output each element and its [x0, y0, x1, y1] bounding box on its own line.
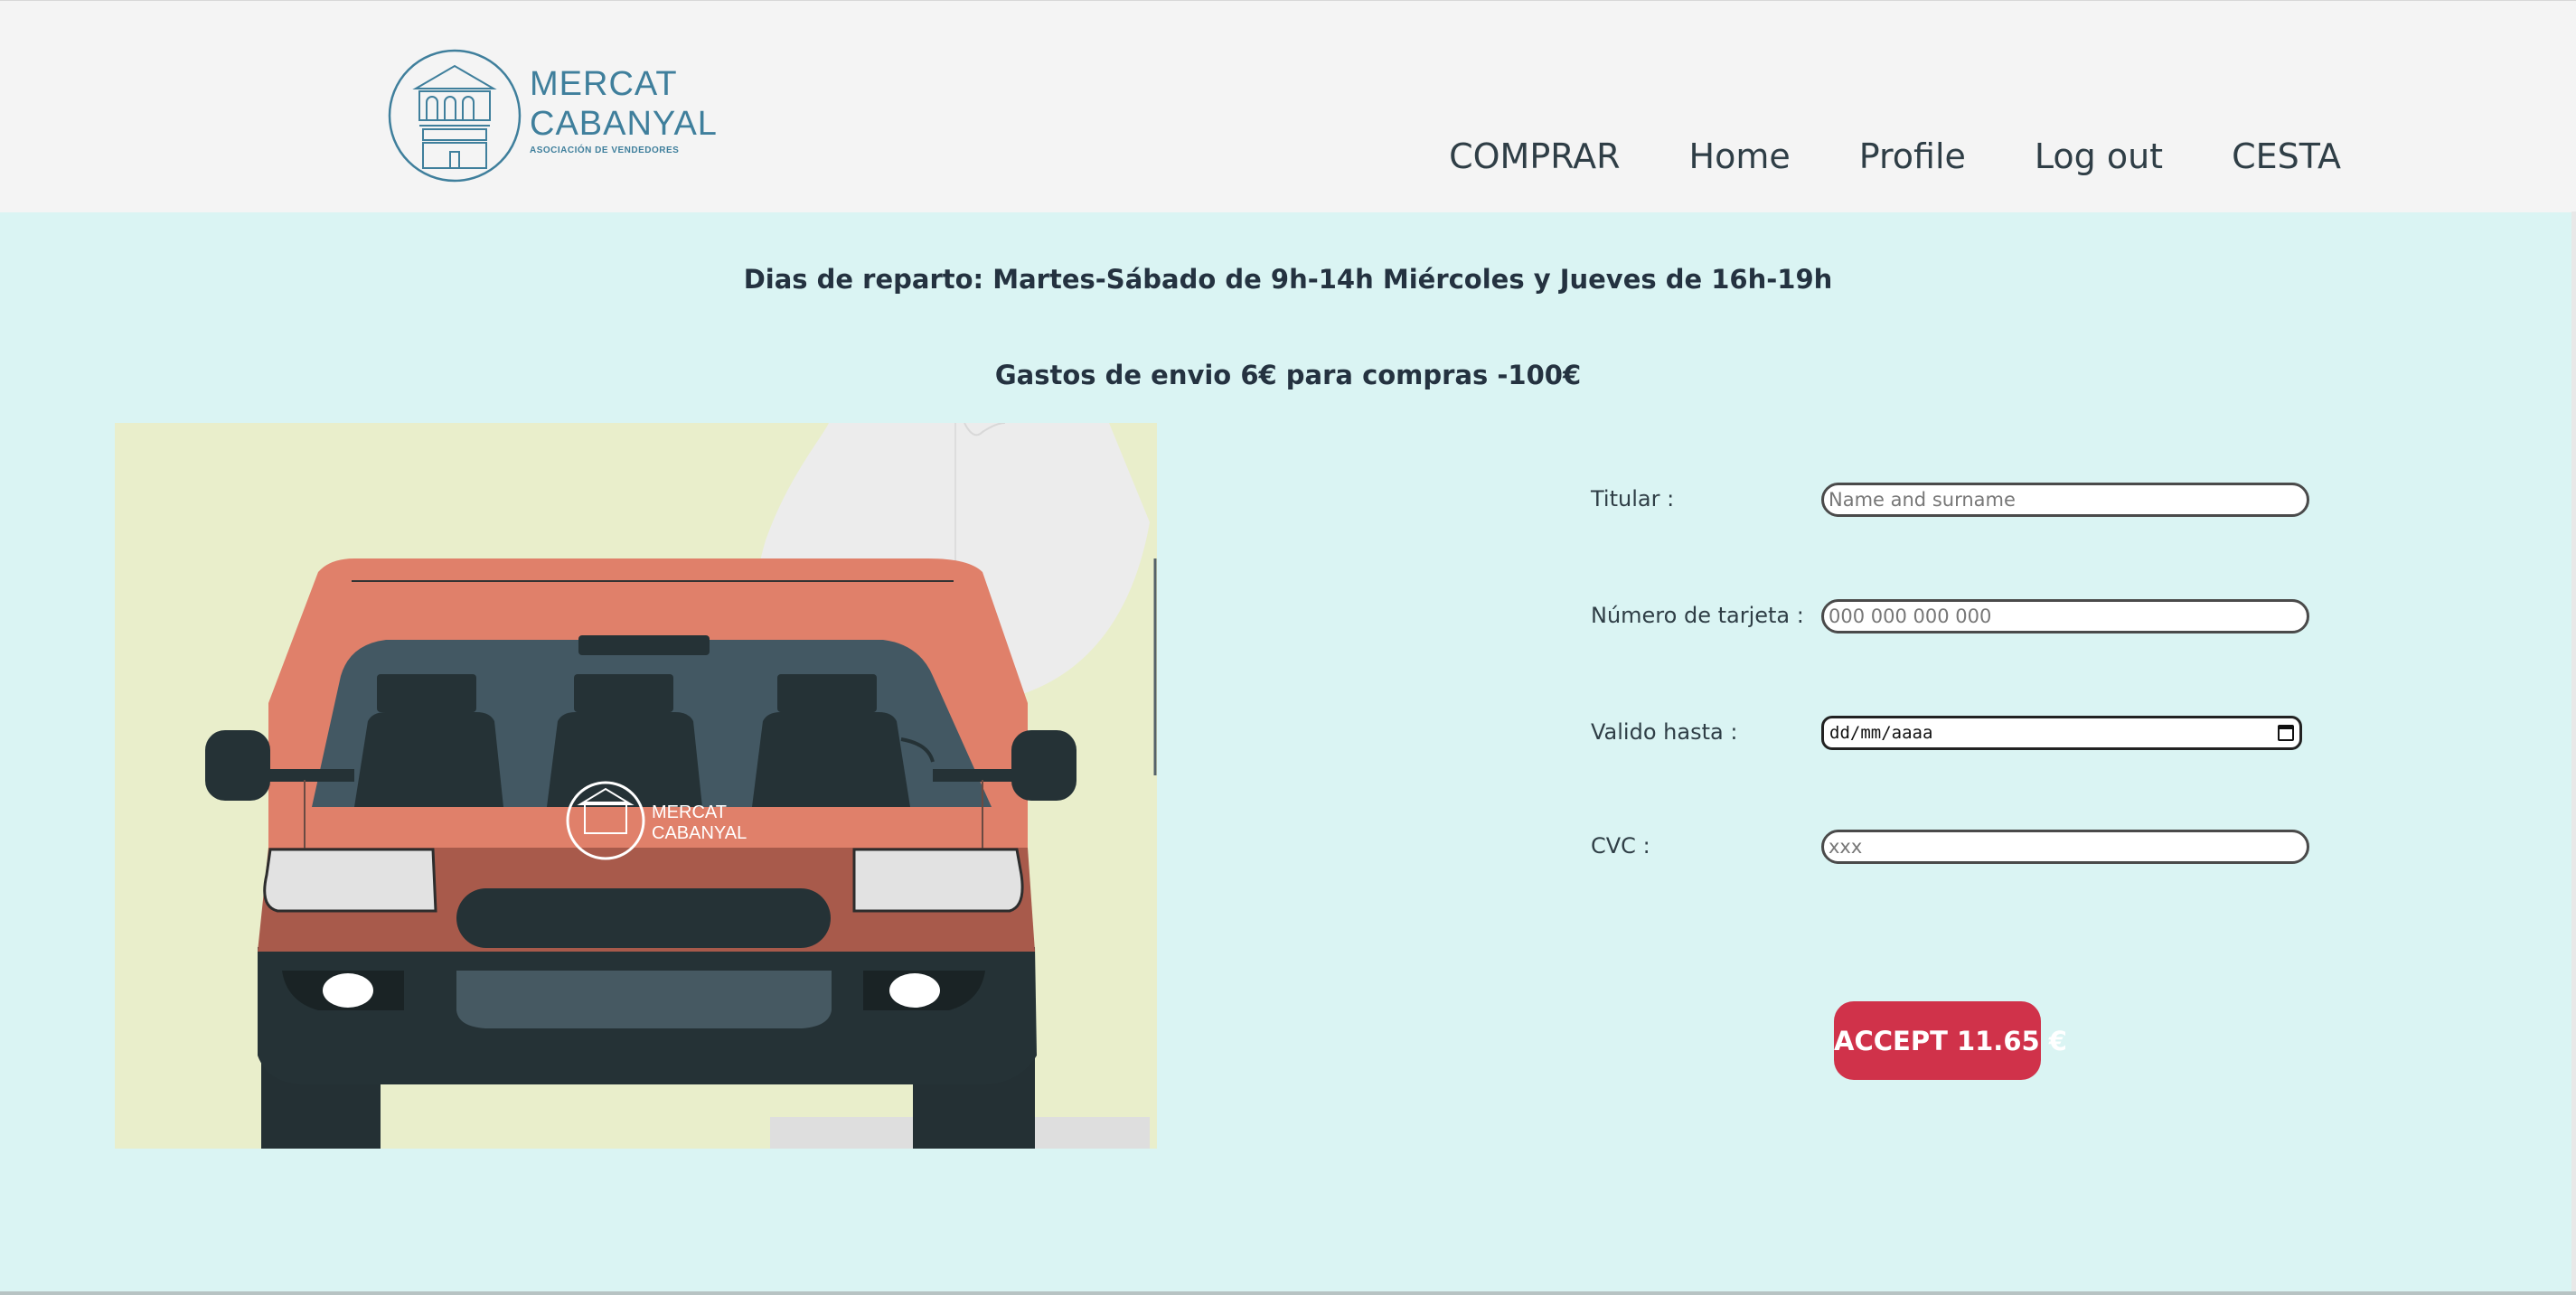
delivery-van-illustration: MERCAT CABANYAL: [115, 423, 1157, 1149]
valid-until-label: Valido hasta :: [1591, 719, 1738, 745]
nav-comprar[interactable]: COMPRAR: [1449, 136, 1620, 176]
cvc-label: CVC :: [1591, 833, 1650, 859]
nav-profile[interactable]: Profile: [1859, 136, 1966, 176]
holder-input[interactable]: [1821, 483, 2309, 517]
mercat-cabanyal-logo[interactable]: MERCAT CABANYAL ASOCIACIÓN DE VENDEDORES: [387, 46, 717, 186]
delivery-days-notice: Dias de reparto: Martes-Sábado de 9h-14h…: [743, 264, 1833, 295]
card-number-input[interactable]: [1821, 599, 2309, 633]
bottom-divider: [0, 1291, 2576, 1295]
market-building-icon: [388, 49, 522, 183]
nav-log-out[interactable]: Log out: [2035, 136, 2163, 176]
calendar-icon[interactable]: [2278, 725, 2294, 741]
van-brand-line-2: CABANYAL: [652, 823, 747, 843]
cvc-input[interactable]: [1821, 830, 2309, 864]
date-placeholder: dd/mm/aaaa: [1829, 723, 1933, 743]
site-header: MERCAT CABANYAL ASOCIACIÓN DE VENDEDORES…: [0, 0, 2576, 212]
nav-cesta[interactable]: CESTA: [2232, 136, 2341, 176]
main-nav: COMPRAR Home Profile Log out CESTA: [1449, 136, 2341, 176]
scrollbar[interactable]: [2571, 211, 2576, 1295]
nav-home[interactable]: Home: [1689, 136, 1791, 176]
logo-line-1: MERCAT: [530, 65, 678, 103]
logo-line-2: CABANYAL: [530, 105, 718, 143]
card-number-label: Número de tarjeta :: [1591, 603, 1804, 628]
valid-until-date-input[interactable]: dd/mm/aaaa: [1821, 716, 2302, 750]
van-brand-line-1: MERCAT: [652, 802, 727, 822]
accept-payment-button[interactable]: ACCEPT 11.65 €: [1834, 1001, 2067, 1080]
holder-label: Titular :: [1591, 486, 1675, 511]
shipping-cost-notice: Gastos de envio 6€ para compras -100€: [994, 360, 1582, 390]
logo-subtitle: ASOCIACIÓN DE VENDEDORES: [530, 145, 680, 155]
